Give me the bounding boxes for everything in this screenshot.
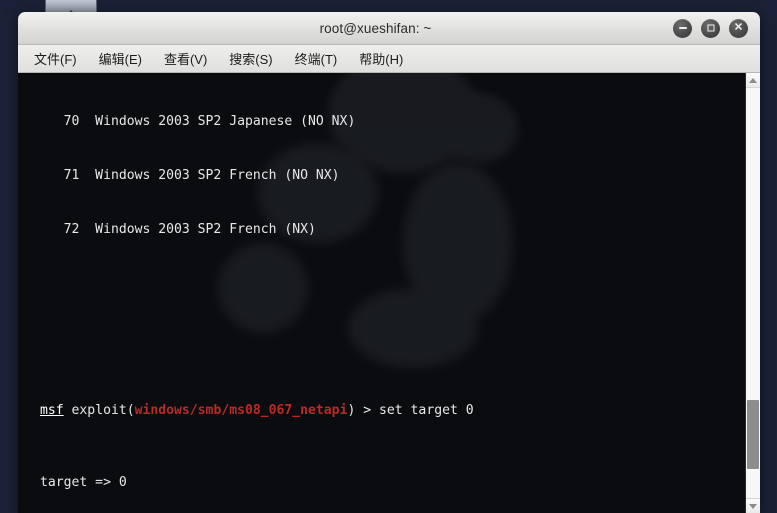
scroll-up-icon[interactable] (746, 73, 760, 88)
prompt-exploit-text: exploit( (63, 402, 135, 418)
target-line: 70 Windows 2003 SP2 Japanese (NO NX) (40, 114, 356, 130)
command-text: set target 0 (379, 402, 474, 418)
terminal-window: root@xueshifan: ~ ✕ 文件(F) 编辑(E) 查看(V) 搜索… (18, 12, 760, 513)
minimize-button[interactable] (673, 18, 692, 38)
prompt-line: msf exploit(windows/smb/ms08_067_netapi)… (40, 402, 745, 420)
maximize-button[interactable] (701, 18, 720, 38)
menu-bar: 文件(F) 编辑(E) 查看(V) 搜索(S) 终端(T) 帮助(H) (18, 45, 760, 73)
prompt-tail: ) > (347, 402, 380, 418)
menu-view[interactable]: 查看(V) (164, 49, 207, 68)
window-controls: ✕ (673, 18, 760, 38)
terminal-output: 70 Windows 2003 SP2 Japanese (NO NX) 71 … (18, 73, 745, 513)
terminal-scrollbar[interactable] (745, 73, 760, 513)
close-button[interactable]: ✕ (729, 18, 748, 38)
output-line: target => 0 (40, 475, 127, 491)
menu-terminal[interactable]: 终端(T) (295, 49, 338, 68)
module-name: windows/smb/ms08_067_netapi (134, 402, 348, 418)
scrollbar-track[interactable] (746, 88, 760, 498)
msf-prompt-label: msf (40, 402, 64, 418)
menu-help[interactable]: 帮助(H) (359, 49, 403, 68)
menu-file[interactable]: 文件(F) (34, 49, 77, 68)
window-title: root@xueshifan: ~ (319, 20, 432, 36)
target-line: 71 Windows 2003 SP2 French (NO NX) (40, 168, 340, 184)
scroll-down-icon[interactable] (746, 498, 760, 513)
terminal-screen[interactable]: 70 Windows 2003 SP2 Japanese (NO NX) 71 … (18, 73, 745, 513)
terminal-area: 70 Windows 2003 SP2 Japanese (NO NX) 71 … (18, 73, 760, 513)
menu-edit[interactable]: 编辑(E) (99, 49, 142, 68)
window-titlebar[interactable]: root@xueshifan: ~ ✕ (18, 12, 760, 45)
target-line: 72 Windows 2003 SP2 French (NX) (40, 222, 316, 238)
scrollbar-thumb[interactable] (747, 399, 759, 470)
menu-search[interactable]: 搜索(S) (229, 49, 272, 68)
